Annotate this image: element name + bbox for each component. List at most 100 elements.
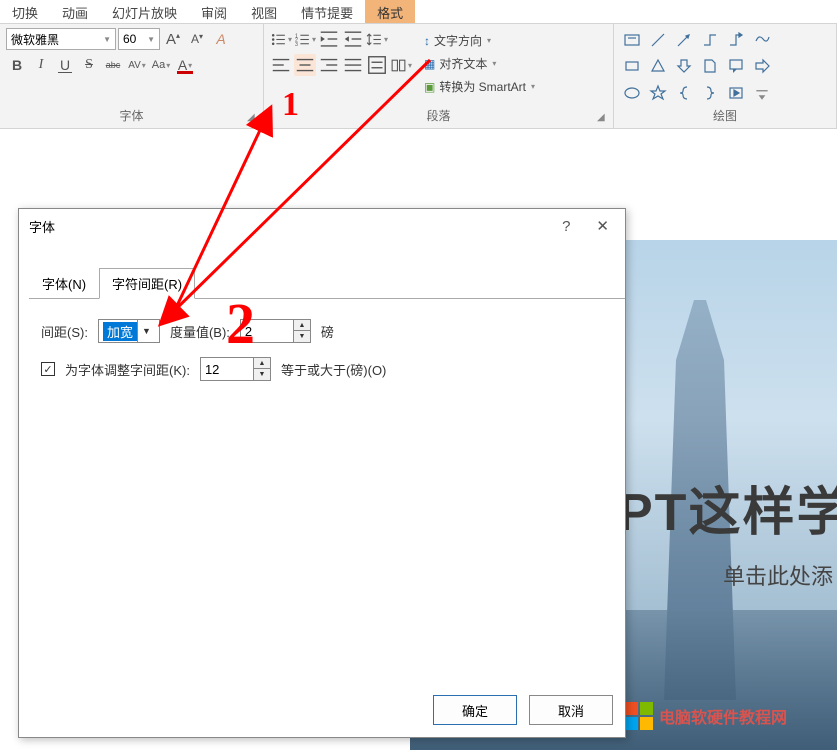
- dialog-tabs: 字体(N) 字符间距(R): [29, 267, 625, 299]
- chevron-down-icon: ▼: [103, 35, 111, 44]
- shape-callout[interactable]: [724, 54, 748, 78]
- ribbon: 微软雅黑 ▼ 60 ▼ A▴ A▾ A B I U S abc AV▾ Aa▾ …: [0, 24, 837, 129]
- chevron-down-icon: ▼: [147, 35, 155, 44]
- shape-star[interactable]: [646, 81, 670, 105]
- font-size-combo[interactable]: 60 ▼: [118, 28, 160, 50]
- shape-brace-right[interactable]: [698, 81, 722, 105]
- slide-subtitle: 单击此处添: [618, 559, 837, 591]
- spacing-value: 加宽: [103, 322, 137, 341]
- change-case-button[interactable]: Aa▾: [150, 54, 172, 76]
- italic-button[interactable]: I: [30, 54, 52, 76]
- group-font: 微软雅黑 ▼ 60 ▼ A▴ A▾ A B I U S abc AV▾ Aa▾ …: [0, 24, 264, 128]
- shape-arrow-down[interactable]: [672, 54, 696, 78]
- measure-spinner[interactable]: ▲▼: [240, 319, 311, 343]
- strikethrough-button[interactable]: abc: [102, 54, 124, 76]
- group-label-drawing: 绘图: [620, 105, 830, 126]
- watermark-text: 电脑软硬件教程网: [659, 704, 787, 728]
- menu-bar: 切换 动画 幻灯片放映 审阅 视图 情节提要 格式: [0, 0, 837, 24]
- close-button[interactable]: ✕: [590, 215, 615, 237]
- windows-icon: [625, 702, 653, 730]
- group-label-font: 字体: [6, 105, 257, 126]
- shrink-font-button[interactable]: A▾: [186, 28, 208, 50]
- shape-line[interactable]: [646, 28, 670, 52]
- font-size-value: 60: [123, 32, 136, 46]
- underline-button[interactable]: U: [54, 54, 76, 76]
- font-dialog-launcher[interactable]: ◢: [247, 112, 259, 124]
- chevron-down-icon[interactable]: ▼: [137, 320, 155, 342]
- distribute-button[interactable]: [366, 54, 388, 76]
- spacing-select[interactable]: 加宽 ▼: [98, 319, 160, 343]
- shadow-button[interactable]: S: [78, 54, 100, 76]
- line-spacing-button[interactable]: ▾: [366, 28, 388, 50]
- shape-line-arrow[interactable]: [672, 28, 696, 52]
- measure-label: 度量值(B):: [170, 322, 230, 341]
- shape-doc[interactable]: [698, 54, 722, 78]
- align-right-button[interactable]: [318, 54, 340, 76]
- spacing-label: 间距(S):: [41, 322, 88, 341]
- align-center-button[interactable]: [294, 54, 316, 76]
- measure-unit: 磅: [321, 322, 334, 341]
- shape-rectangle[interactable]: [620, 54, 644, 78]
- help-button[interactable]: ?: [556, 216, 576, 237]
- menu-slideshow[interactable]: 幻灯片放映: [100, 0, 189, 23]
- dialog-body: 间距(S): 加宽 ▼ 度量值(B): ▲▼ 磅 ✓ 为字体调整字间距(K): …: [19, 299, 625, 415]
- group-paragraph: ▾ 123▾ ▾ ▾ ↕文字方向▾ ▦对齐文本▾ ▣转换: [264, 24, 614, 128]
- ok-button[interactable]: 确定: [433, 695, 517, 725]
- shape-action[interactable]: [724, 81, 748, 105]
- shape-freeform[interactable]: [750, 28, 774, 52]
- font-name-combo[interactable]: 微软雅黑 ▼: [6, 28, 116, 50]
- measure-input[interactable]: [241, 320, 293, 342]
- bold-button[interactable]: B: [6, 54, 28, 76]
- watermark-logo: 电脑软硬件教程网: [625, 702, 787, 730]
- columns-button[interactable]: ▾: [390, 54, 412, 76]
- text-direction-button[interactable]: ↕文字方向▾: [420, 30, 539, 51]
- kerning-suffix: 等于或大于(磅)(O): [281, 360, 386, 379]
- paragraph-dialog-launcher[interactable]: ◢: [597, 112, 609, 124]
- justify-button[interactable]: [342, 54, 364, 76]
- shape-oval[interactable]: [620, 81, 644, 105]
- cancel-button[interactable]: 取消: [529, 695, 613, 725]
- group-label-paragraph: 段落: [270, 105, 607, 126]
- font-color-button[interactable]: A▾: [174, 54, 196, 76]
- shape-triangle[interactable]: [646, 54, 670, 78]
- font-dialog: 字体 ? ✕ 字体(N) 字符间距(R) 间距(S): 加宽 ▼ 度量值(B):…: [18, 208, 626, 738]
- spin-down-icon[interactable]: ▼: [254, 369, 270, 380]
- slide-title: PT这样学: [618, 470, 837, 545]
- kerning-spinner[interactable]: ▲▼: [200, 357, 271, 381]
- numbering-button[interactable]: 123▾: [294, 28, 316, 50]
- char-spacing-button[interactable]: AV▾: [126, 54, 148, 76]
- increase-indent-button[interactable]: [342, 28, 364, 50]
- kerning-checkbox[interactable]: ✓: [41, 362, 55, 376]
- dialog-title: 字体: [29, 217, 55, 236]
- shapes-more[interactable]: [750, 81, 774, 105]
- menu-transitions[interactable]: 切换: [0, 0, 50, 23]
- title-placeholder[interactable]: PT这样学 单击此处添: [618, 460, 837, 601]
- spin-up-icon[interactable]: ▲: [294, 320, 310, 331]
- shape-arrow-right[interactable]: [750, 54, 774, 78]
- menu-view[interactable]: 视图: [239, 0, 289, 23]
- tab-char-spacing[interactable]: 字符间距(R): [99, 268, 195, 299]
- bullets-button[interactable]: ▾: [270, 28, 292, 50]
- kerning-label: 为字体调整字间距(K):: [65, 360, 190, 379]
- menu-animations[interactable]: 动画: [50, 0, 100, 23]
- kerning-input[interactable]: [201, 358, 253, 380]
- tab-font[interactable]: 字体(N): [29, 268, 99, 299]
- menu-review[interactable]: 审阅: [189, 0, 239, 23]
- align-left-button[interactable]: [270, 54, 292, 76]
- svg-text:3: 3: [295, 41, 298, 47]
- smartart-button[interactable]: ▣转换为 SmartArt▾: [420, 76, 539, 97]
- menu-storyboard[interactable]: 情节提要: [289, 0, 365, 23]
- grow-font-button[interactable]: A▴: [162, 28, 184, 50]
- font-name-value: 微软雅黑: [11, 31, 59, 48]
- shape-textbox[interactable]: [620, 28, 644, 52]
- clear-format-button[interactable]: A: [210, 28, 232, 50]
- shape-connector-arrow[interactable]: [724, 28, 748, 52]
- spin-up-icon[interactable]: ▲: [254, 358, 270, 369]
- align-text-button[interactable]: ▦对齐文本▾: [420, 53, 539, 74]
- dialog-titlebar[interactable]: 字体 ? ✕: [19, 209, 625, 243]
- shape-brace-left[interactable]: [672, 81, 696, 105]
- decrease-indent-button[interactable]: [318, 28, 340, 50]
- spin-down-icon[interactable]: ▼: [294, 331, 310, 342]
- shape-connector[interactable]: [698, 28, 722, 52]
- menu-format[interactable]: 格式: [365, 0, 415, 23]
